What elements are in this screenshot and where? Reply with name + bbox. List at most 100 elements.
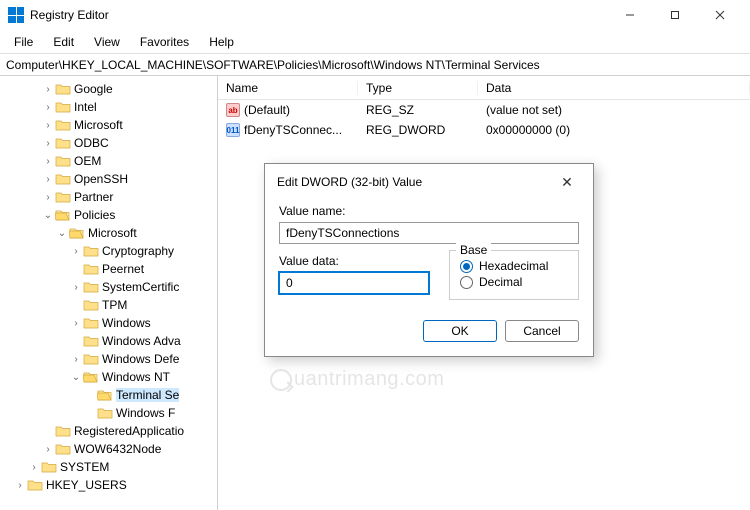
tree-item[interactable]: RegisteredApplicatio <box>0 422 217 440</box>
tree-pane[interactable]: ›Google›Intel›Microsoft›ODBC›OEM›OpenSSH… <box>0 76 218 510</box>
tree-item[interactable]: › Google <box>0 80 217 98</box>
tree-item[interactable]: › Windows Defe <box>0 350 217 368</box>
chevron-icon[interactable]: › <box>42 192 54 203</box>
tree-label: Microsoft <box>74 118 123 132</box>
menu-view[interactable]: View <box>84 33 130 51</box>
cancel-button[interactable]: Cancel <box>505 320 579 342</box>
tree-item[interactable]: › SYSTEM <box>0 458 217 476</box>
tree-item[interactable]: › SystemCertific <box>0 278 217 296</box>
tree-label: Partner <box>74 190 113 204</box>
edit-dword-dialog: Edit DWORD (32-bit) Value ✕ Value name: … <box>264 163 594 357</box>
tree-label: SYSTEM <box>60 460 109 474</box>
tree-item[interactable]: › Partner <box>0 188 217 206</box>
folder-icon <box>83 370 99 384</box>
tree-item[interactable]: ⌄Windows NT <box>0 368 217 386</box>
folder-icon <box>83 244 99 258</box>
value-name-label: Value name: <box>279 204 579 218</box>
tree-item[interactable]: › Cryptography <box>0 242 217 260</box>
cell-type: REG_SZ <box>358 103 478 117</box>
address-bar[interactable]: Computer\HKEY_LOCAL_MACHINE\SOFTWARE\Pol… <box>0 54 750 76</box>
list-row[interactable]: 011fDenyTSConnec...REG_DWORD0x00000000 (… <box>218 120 750 140</box>
menu-help[interactable]: Help <box>199 33 244 51</box>
tree-item[interactable]: Terminal Se <box>0 386 217 404</box>
list-header: Name Type Data <box>218 76 750 100</box>
chevron-icon[interactable]: › <box>14 480 26 491</box>
radio-hexadecimal[interactable]: Hexadecimal <box>460 259 568 273</box>
tree-label: Peernet <box>102 262 144 276</box>
tree-item[interactable]: ›OEM <box>0 152 217 170</box>
menu-edit[interactable]: Edit <box>43 33 84 51</box>
tree-item[interactable]: ⌄Policies <box>0 206 217 224</box>
ok-button[interactable]: OK <box>423 320 497 342</box>
cell-name: fDenyTSConnec... <box>244 123 342 137</box>
menu-file[interactable]: File <box>4 33 43 51</box>
tree-label: Cryptography <box>102 244 174 258</box>
tree-label: HKEY_USERS <box>46 478 127 492</box>
tree-item[interactable]: Windows Adva <box>0 332 217 350</box>
chevron-icon[interactable]: › <box>42 102 54 113</box>
maximize-button[interactable] <box>652 0 697 30</box>
chevron-icon[interactable]: › <box>70 282 82 293</box>
col-header-data[interactable]: Data <box>478 81 750 95</box>
chevron-icon[interactable]: › <box>28 462 40 473</box>
value-name-input[interactable] <box>279 222 579 244</box>
folder-icon <box>83 334 99 348</box>
col-header-name[interactable]: Name <box>218 81 358 95</box>
chevron-icon[interactable]: › <box>42 174 54 185</box>
tree-label: OpenSSH <box>74 172 128 186</box>
list-row[interactable]: ab(Default)REG_SZ(value not set) <box>218 100 750 120</box>
folder-icon <box>69 226 85 240</box>
chevron-icon[interactable]: › <box>42 156 54 167</box>
address-text: Computer\HKEY_LOCAL_MACHINE\SOFTWARE\Pol… <box>6 58 540 72</box>
dialog-close-button[interactable]: ✕ <box>553 174 581 191</box>
close-button[interactable] <box>697 0 742 30</box>
chevron-icon[interactable]: ⌄ <box>56 228 68 239</box>
folder-icon <box>83 316 99 330</box>
chevron-icon[interactable]: › <box>42 84 54 95</box>
tree-label: SystemCertific <box>102 280 179 294</box>
chevron-icon[interactable]: › <box>70 354 82 365</box>
folder-icon <box>27 478 43 492</box>
tree-label: Google <box>74 82 113 96</box>
tree-label: Intel <box>74 100 97 114</box>
folder-icon <box>55 82 71 96</box>
folder-icon <box>55 136 71 150</box>
tree-label: RegisteredApplicatio <box>74 424 184 438</box>
tree-item[interactable]: › Intel <box>0 98 217 116</box>
menu-favorites[interactable]: Favorites <box>130 33 199 51</box>
menu-bar: File Edit View Favorites Help <box>0 30 750 54</box>
chevron-icon[interactable]: ⌄ <box>70 372 82 383</box>
tree-item[interactable]: › OpenSSH <box>0 170 217 188</box>
folder-icon <box>41 460 57 474</box>
chevron-icon[interactable]: › <box>42 120 54 131</box>
tree-item[interactable]: ›Windows <box>0 314 217 332</box>
tree-item[interactable]: TPM <box>0 296 217 314</box>
value-data-label: Value data: <box>279 254 429 268</box>
radio-icon <box>460 260 473 273</box>
tree-label: Windows Adva <box>102 334 181 348</box>
folder-icon <box>97 388 113 402</box>
tree-item[interactable]: › HKEY_USERS <box>0 476 217 494</box>
tree-item[interactable]: Windows F <box>0 404 217 422</box>
chevron-icon[interactable]: › <box>70 246 82 257</box>
chevron-icon[interactable]: › <box>42 444 54 455</box>
chevron-icon[interactable]: › <box>70 318 82 329</box>
radio-decimal[interactable]: Decimal <box>460 275 568 289</box>
chevron-icon[interactable]: ⌄ <box>42 210 54 221</box>
tree-label: ODBC <box>74 136 109 150</box>
folder-icon <box>55 100 71 114</box>
tree-item[interactable]: › ODBC <box>0 134 217 152</box>
col-header-type[interactable]: Type <box>358 81 478 95</box>
tree-item[interactable]: ›WOW6432Node <box>0 440 217 458</box>
minimize-button[interactable] <box>607 0 652 30</box>
chevron-icon[interactable]: › <box>42 138 54 149</box>
value-data-input[interactable] <box>279 272 429 294</box>
folder-icon <box>83 352 99 366</box>
folder-icon <box>55 208 71 222</box>
folder-icon <box>55 190 71 204</box>
tree-item[interactable]: Peernet <box>0 260 217 278</box>
tree-label: Windows Defe <box>102 352 179 366</box>
dialog-title-text: Edit DWORD (32-bit) Value <box>277 175 553 189</box>
tree-item[interactable]: › Microsoft <box>0 116 217 134</box>
tree-item[interactable]: ⌄Microsoft <box>0 224 217 242</box>
